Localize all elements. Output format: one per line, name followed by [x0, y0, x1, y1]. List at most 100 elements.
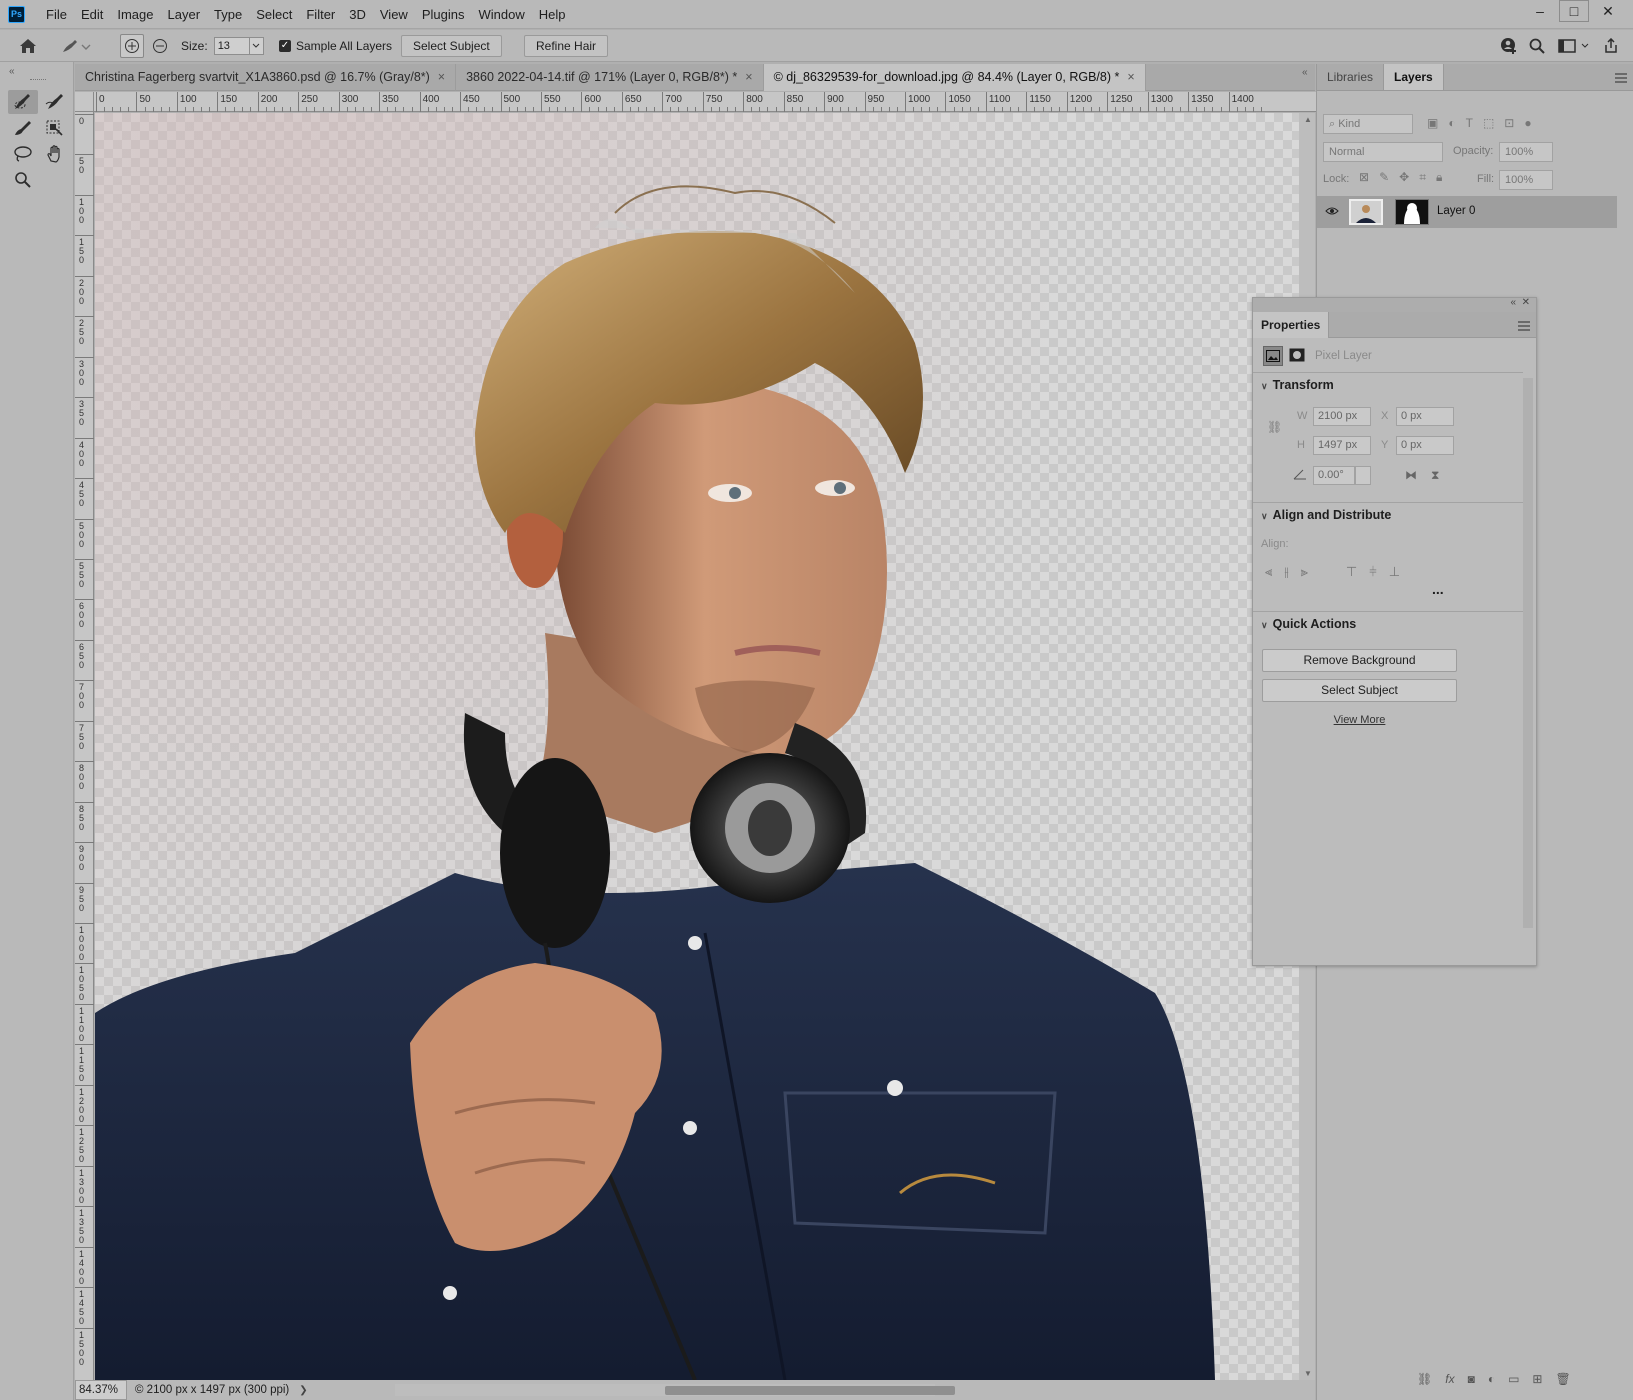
scroll-down-icon[interactable]: ▼ — [1304, 1369, 1312, 1378]
horizontal-scrollbar[interactable] — [395, 1384, 955, 1396]
menu-3d[interactable]: 3D — [342, 0, 373, 29]
brush-tool[interactable] — [8, 116, 38, 140]
close-button[interactable]: ✕ — [1593, 0, 1623, 22]
properties-menu-icon[interactable] — [1518, 320, 1530, 334]
maximize-button[interactable]: □ — [1559, 0, 1589, 22]
close-tab-icon[interactable]: × — [438, 64, 445, 91]
menu-view[interactable]: View — [373, 0, 415, 29]
opacity-field[interactable]: 100% — [1499, 142, 1553, 162]
document-tab[interactable]: © dj_86329539-for_download.jpg @ 84.4% (… — [763, 64, 1146, 91]
align-left-edges-icon[interactable]: ⫷ — [1265, 564, 1272, 580]
horizontal-scroll-thumb[interactable] — [665, 1386, 955, 1395]
width-field[interactable]: 2100 px — [1313, 407, 1371, 426]
document-canvas[interactable] — [95, 113, 1299, 1380]
close-tab-icon[interactable]: × — [745, 64, 752, 91]
photoshop-logo-icon[interactable]: Ps — [8, 5, 25, 23]
menu-help[interactable]: Help — [532, 0, 573, 29]
align-vertical-centers-icon[interactable]: ⫩ — [1369, 564, 1376, 580]
sample-all-layers-checkbox[interactable]: ✓ — [279, 40, 291, 52]
flip-vertical-icon[interactable]: ⧗ — [1431, 468, 1439, 483]
filter-toggle-icon[interactable]: ● — [1524, 116, 1531, 130]
vertical-ruler[interactable]: 0 50 100 150 200 250 300 350 400 450 500 550 600 650 7… — [75, 112, 94, 1380]
scroll-up-icon[interactable]: ▲ — [1304, 115, 1312, 124]
document-info[interactable]: © 2100 px x 1497 px (300 ppi) — [135, 1384, 289, 1396]
search-button[interactable] — [1529, 35, 1545, 57]
refine-hair-button[interactable]: Refine Hair — [524, 35, 609, 57]
hand-tool[interactable] — [40, 142, 70, 166]
object-selection-tool[interactable] — [40, 116, 70, 140]
zoom-level-field[interactable]: 84.37% — [75, 1380, 127, 1400]
document-tab[interactable]: Christina Fagerberg svartvit_X1A3860.psd… — [75, 64, 457, 91]
collapse-panels-icon[interactable]: « — [1302, 64, 1316, 91]
properties-title-strip[interactable]: « ✕ — [1253, 297, 1536, 312]
size-dropdown-button[interactable] — [249, 37, 264, 55]
minimize-button[interactable]: – — [1525, 0, 1555, 22]
layer-style-fx-icon[interactable]: fx — [1445, 1372, 1454, 1386]
zoom-tool[interactable] — [8, 168, 38, 192]
transform-section-title[interactable]: ∨ Transform — [1261, 378, 1334, 392]
menu-image[interactable]: Image — [110, 0, 160, 29]
quick-actions-section-title[interactable]: ∨ Quick Actions — [1261, 617, 1356, 631]
quick-selection-tool[interactable] — [8, 90, 38, 114]
remove-background-button[interactable]: Remove Background — [1262, 649, 1457, 672]
close-panel-icon[interactable]: ✕ — [1522, 297, 1530, 308]
tool-preset-picker[interactable] — [60, 35, 92, 57]
learn-button[interactable] — [1500, 35, 1518, 57]
more-options-icon[interactable]: ... — [1432, 582, 1444, 596]
visibility-eye-icon[interactable] — [1325, 205, 1339, 220]
mask-properties-button[interactable] — [1289, 348, 1305, 365]
tab-libraries[interactable]: Libraries — [1317, 64, 1383, 90]
collapse-icon[interactable]: « — [1510, 297, 1516, 308]
angle-dropdown[interactable] — [1355, 466, 1371, 485]
menu-layer[interactable]: Layer — [161, 0, 208, 29]
lock-image-pixels-icon[interactable]: ✎ — [1379, 170, 1389, 185]
link-layers-icon[interactable]: ⛓︎ — [1417, 1372, 1432, 1386]
collapse-toolbar-icon[interactable]: « — [9, 66, 15, 77]
tab-layers[interactable]: Layers — [1383, 64, 1444, 90]
lock-all-icon[interactable]: 🔒︎ — [1436, 170, 1442, 185]
lasso-tool[interactable] — [8, 142, 38, 166]
x-field[interactable]: 0 px — [1396, 407, 1454, 426]
panel-menu-icon[interactable] — [1615, 72, 1627, 86]
y-field[interactable]: 0 px — [1396, 436, 1454, 455]
link-dimensions-icon[interactable]: ⛓︎ — [1267, 420, 1282, 434]
layer-row[interactable]: Layer 0 — [1317, 196, 1617, 228]
align-horizontal-centers-icon[interactable]: ⫲ — [1284, 564, 1288, 580]
filter-adjustment-icon[interactable]: ◐ — [1448, 116, 1455, 130]
height-field[interactable]: 1497 px — [1313, 436, 1371, 455]
flip-horizontal-icon[interactable]: ⧓ — [1405, 468, 1417, 482]
status-menu-arrow-icon[interactable]: ❯ — [299, 1385, 307, 1396]
workspace-switcher[interactable] — [1558, 35, 1592, 57]
share-button[interactable] — [1603, 35, 1619, 57]
subtract-from-selection-button[interactable] — [152, 35, 168, 57]
lock-transparent-pixels-icon[interactable]: ⊠ — [1359, 170, 1369, 185]
new-group-icon[interactable]: ▭ — [1508, 1372, 1519, 1386]
align-right-edges-icon[interactable]: ⫸ — [1301, 564, 1308, 580]
delete-layer-icon[interactable]: 🗑︎ — [1555, 1372, 1570, 1386]
menu-edit[interactable]: Edit — [74, 0, 110, 29]
blend-mode-select[interactable]: Normal — [1323, 142, 1443, 162]
properties-scrollbar[interactable] — [1523, 378, 1533, 928]
home-button[interactable] — [18, 35, 38, 57]
layer-mask-thumbnail[interactable] — [1395, 199, 1429, 225]
new-layer-icon[interactable]: ⊞ — [1532, 1372, 1542, 1386]
document-tab[interactable]: 3860 2022-04-14.tif @ 171% (Layer 0, RGB… — [456, 64, 764, 91]
lock-artboard-icon[interactable]: ⌗ — [1419, 170, 1426, 185]
layer-name[interactable]: Layer 0 — [1437, 205, 1475, 217]
menu-filter[interactable]: Filter — [299, 0, 342, 29]
layer-thumbnail[interactable] — [1349, 199, 1383, 225]
add-mask-icon[interactable]: ◙ — [1468, 1372, 1475, 1386]
refine-edge-brush-tool[interactable] — [40, 90, 70, 114]
menu-window[interactable]: Window — [471, 0, 531, 29]
angle-field[interactable]: 0.00° — [1313, 466, 1355, 485]
align-distribute-section-title[interactable]: ∨ Align and Distribute — [1261, 508, 1391, 522]
view-more-link[interactable]: View More — [1262, 714, 1457, 726]
align-bottom-edges-icon[interactable]: ⊥ — [1389, 564, 1400, 580]
size-input[interactable]: 13 — [213, 37, 250, 55]
filter-pixel-icon[interactable]: ▣ — [1427, 116, 1438, 130]
add-to-selection-button[interactable] — [120, 34, 144, 58]
filter-type-icon[interactable]: T — [1466, 116, 1473, 130]
menu-plugins[interactable]: Plugins — [415, 0, 472, 29]
menu-select[interactable]: Select — [249, 0, 299, 29]
tab-properties[interactable]: Properties — [1253, 312, 1330, 338]
